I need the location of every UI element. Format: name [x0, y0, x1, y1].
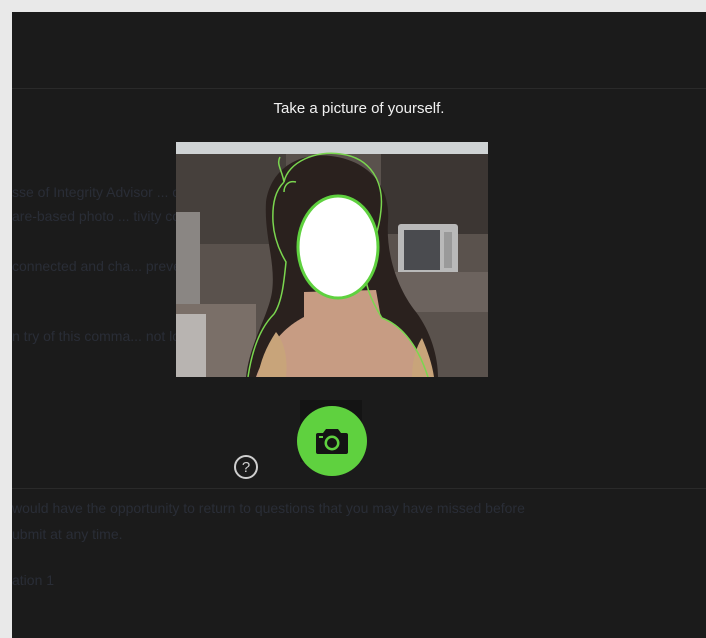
- background-text: would have the opportunity to return to …: [12, 500, 525, 516]
- background-text: ubmit at any time.: [12, 526, 123, 542]
- modal-title: Take a picture of yourself.: [273, 100, 445, 117]
- camera-icon: [316, 429, 348, 454]
- question-icon[interactable]: ?: [234, 455, 258, 479]
- divider: [12, 488, 706, 489]
- camera-modal: sse of Integrity Advisor ... camera/micr…: [12, 12, 706, 638]
- divider: [12, 88, 706, 89]
- webcam-feed: [176, 142, 488, 377]
- camera-preview: [176, 142, 488, 377]
- capture-photo-button[interactable]: [297, 406, 367, 476]
- background-text: ation 1: [12, 572, 55, 588]
